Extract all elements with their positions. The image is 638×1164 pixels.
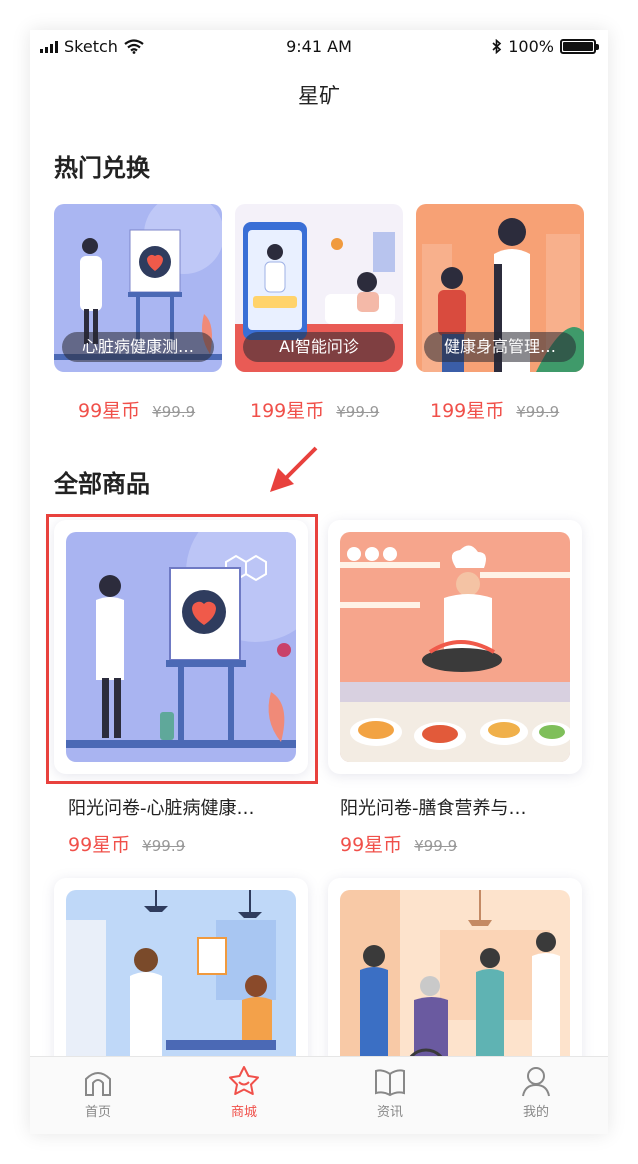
tab-news[interactable]: 资讯 xyxy=(350,1065,430,1120)
price: 99星币 xyxy=(68,834,131,856)
hot-item-label: 健康身高管理… xyxy=(424,332,576,362)
annotation-highlight-box xyxy=(46,514,318,784)
tab-home[interactable]: 首页 xyxy=(58,1065,138,1120)
product-card-diet[interactable] xyxy=(328,520,582,774)
price: 99星币 xyxy=(78,400,141,422)
price: 199星币 xyxy=(430,400,505,422)
original-price: ¥99.9 xyxy=(142,837,186,855)
price: 199星币 xyxy=(250,400,325,422)
tab-bar: 首页 商城 资讯 我的 xyxy=(30,1056,608,1134)
product-name[interactable]: 阳光问卷-心脏病健康… xyxy=(68,794,308,820)
original-price: ¥99.9 xyxy=(516,403,560,421)
hot-item-price-row: 199星币 ¥99.9 xyxy=(250,396,379,423)
tab-label: 首页 xyxy=(84,1105,111,1120)
battery-percent: 100% xyxy=(508,37,554,56)
hot-item-label: AI智能问诊 xyxy=(243,332,395,362)
annotation-arrow-icon xyxy=(270,446,318,492)
page-title: 星矿 xyxy=(298,84,340,108)
tab-label: 商城 xyxy=(230,1105,257,1120)
hot-item-price-row: 99星币 ¥99.9 xyxy=(78,396,195,423)
product-price-row: 99星币 ¥99.9 xyxy=(68,830,185,857)
all-section-title: 全部商品 xyxy=(54,470,150,498)
hot-item-height-management[interactable]: 健康身高管理… xyxy=(416,204,584,372)
original-price: ¥99.9 xyxy=(414,837,458,855)
product-price-row: 99星币 ¥99.9 xyxy=(340,830,457,857)
product-image xyxy=(340,532,570,762)
tab-label: 我的 xyxy=(522,1105,549,1120)
battery-icon xyxy=(560,39,599,54)
product-name[interactable]: 阳光问卷-膳食营养与… xyxy=(340,794,580,820)
tab-label: 资讯 xyxy=(376,1105,403,1120)
hot-item-price-row: 199星币 ¥99.9 xyxy=(430,396,559,423)
price: 99星币 xyxy=(340,834,403,856)
hot-item-label: 心脏病健康测… xyxy=(62,332,214,362)
person-icon xyxy=(522,1067,550,1097)
product-card-elderly[interactable] xyxy=(328,878,582,1090)
tab-mall[interactable]: 商城 xyxy=(204,1065,284,1120)
hot-item-ai-consult[interactable]: AI智能问诊 xyxy=(235,204,403,372)
book-icon xyxy=(375,1069,405,1097)
original-price: ¥99.9 xyxy=(152,403,196,421)
product-card-consult[interactable] xyxy=(54,878,308,1090)
bluetooth-icon xyxy=(492,39,502,54)
phone-screen: Sketch 9:41 AM 100% 星矿 热门兑换 心脏病健康测… AI智能… xyxy=(30,30,608,1134)
tab-mine[interactable]: 我的 xyxy=(496,1065,576,1120)
status-right: 100% xyxy=(492,37,599,56)
status-bar: Sketch 9:41 AM 100% xyxy=(30,30,608,64)
chef-illustration xyxy=(340,532,570,762)
original-price: ¥99.9 xyxy=(336,403,380,421)
home-icon xyxy=(85,1072,111,1096)
star-icon xyxy=(229,1066,259,1095)
hot-section-title: 热门兑换 xyxy=(54,154,150,182)
hot-item-heart-test[interactable]: 心脏病健康测… xyxy=(54,204,222,372)
